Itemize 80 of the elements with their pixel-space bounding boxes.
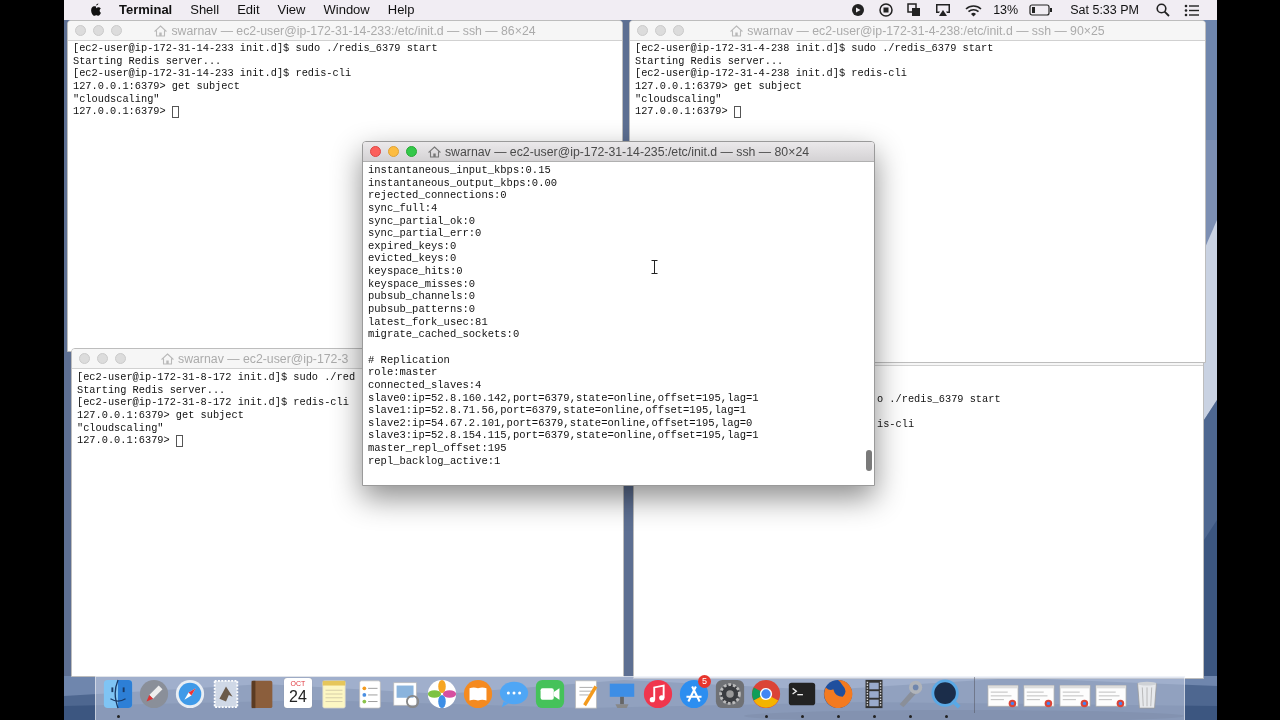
music-note-icon[interactable]	[642, 678, 674, 710]
battery-icon[interactable]	[1029, 4, 1054, 16]
terminal-line: sync_full:4	[368, 201, 438, 215]
menu-item[interactable]: Edit	[228, 0, 269, 20]
terminal-line: 127.0.0.1:6379> get subject	[73, 79, 240, 93]
house-icon	[730, 25, 744, 37]
battery-percentage: 13%	[993, 1, 1019, 19]
terminal-line: connected_slaves:4	[368, 378, 482, 392]
search-icon[interactable]	[1156, 3, 1170, 17]
terminal-line: pubsub_channels:0	[368, 290, 476, 304]
terminal-line: [ec2-user@ip-172-31-4-238 init.d]$ redis-cli	[635, 67, 907, 80]
terminal-line: sync_partial_err:0	[368, 227, 482, 240]
flower-icon[interactable]	[426, 678, 458, 710]
terminal-line: [ec2-user@ip-172-31-14-233 init.d]$ redis-cli	[73, 67, 352, 80]
clock[interactable]: Sat 5:33 PM	[1070, 0, 1139, 20]
house-icon	[154, 25, 168, 37]
window-title: swarnav — ec2-user@ip-172-31-14-233:/etc/init.d — ssh — 86×24	[171, 22, 536, 40]
terminal-line: Starting Redis server...	[73, 54, 222, 68]
menu-item[interactable]: Help	[378, 0, 424, 20]
terminal-line: migrate_cached_sockets:0	[368, 328, 520, 341]
text-cursor-icon	[651, 260, 658, 274]
airplay-icon[interactable]	[935, 3, 952, 17]
house-icon	[161, 353, 174, 365]
terminal-line: keyspace_hits:0	[368, 265, 463, 278]
window-title: swarnav — ec2-user@ip-172-3	[178, 350, 349, 368]
terminal-line: slave0:ip=52.8.160.142,port=6379,state=online,offset=195,lag=1	[368, 391, 759, 405]
terminal-line: "cloudscaling"	[77, 421, 164, 435]
window-title: swarnav — ec2-user@ip-172-31-14-235:/etc/init.d — ssh — 80×24	[444, 143, 810, 161]
windows-icon[interactable]	[907, 3, 922, 17]
terminal-line: # Replication	[368, 353, 450, 367]
terminal-line: 127.0.0.1:6379>	[73, 105, 167, 118]
window-title: swarnav — ec2-user@ip-172-31-4-238:/etc/init.d — ssh — 90×25	[747, 22, 1105, 40]
zoom-button[interactable]	[406, 146, 417, 157]
media-player-icon[interactable]	[930, 678, 962, 710]
terminal-line: rejected_connections:0	[368, 189, 507, 202]
terminal-line: Starting Redis server...	[77, 383, 226, 397]
wifi-icon[interactable]	[965, 3, 983, 17]
terminal-line: "cloudscaling"	[635, 92, 722, 106]
terminal-line: [ec2-user@ip-172-31-8-172 init.d]$ sudo ./red	[77, 371, 356, 384]
terminal-line: 127.0.0.1:6379>	[635, 105, 729, 118]
book-icon[interactable]	[462, 678, 494, 710]
apple-icon[interactable]	[89, 2, 103, 18]
menu-item[interactable]: Shell	[181, 0, 229, 20]
app-store-icon[interactable]	[678, 678, 710, 710]
rocket-icon[interactable]	[138, 678, 170, 710]
menu-item[interactable]: View	[268, 0, 315, 20]
app-menu[interactable]: Terminal	[110, 0, 182, 20]
terminal-line: is-cli	[877, 418, 915, 431]
terminal-line: role:master	[368, 366, 438, 379]
terminal-line: slave1:ip=52.8.71.56,port=6379,state=online,offset=195,lag=1	[368, 404, 747, 417]
terminal-line: master_repl_offset:195	[368, 442, 507, 455]
terminal-line: expired_keys:0	[368, 239, 457, 253]
terminal-line: sync_partial_ok:0	[368, 214, 476, 228]
terminal-line: instantaneous_output_kbps:0.00	[368, 176, 558, 190]
menu-icon[interactable]	[1184, 3, 1200, 17]
terminal-line: repl_backlog_active:1	[368, 454, 501, 468]
terminal-line: pubsub_patterns:0	[368, 303, 476, 316]
terminal-line: instantaneous_input_kbps:0.15	[368, 164, 551, 177]
house-icon	[427, 146, 441, 158]
terminal-line: 127.0.0.1:6379> get subject	[635, 79, 802, 93]
terminal-line: "cloudscaling"	[73, 92, 160, 106]
scrollbar-thumb[interactable]	[866, 450, 872, 471]
globe-icon[interactable]	[822, 678, 854, 710]
circle-play-icon[interactable]	[851, 3, 866, 17]
terminal-line: Starting Redis server...	[635, 54, 784, 68]
terminal-line: [ec2-user@ip-172-31-4-238 init.d]$ sudo ./redis_6379 start	[635, 42, 994, 55]
terminal-line: [ec2-user@ip-172-31-8-172 init.d]$ redis-cli	[77, 396, 349, 409]
terminal-line: 127.0.0.1:6379> get subject	[77, 408, 244, 422]
terminal-line: slave2:ip=54.67.2.101,port=6379,state=online,offset=195,lag=0	[368, 416, 753, 430]
menu-item[interactable]: Window	[314, 0, 379, 20]
terminal-line: slave3:ip=52.8.154.115,port=6379,state=online,offset=195,lag=1	[368, 429, 759, 443]
terminal-line: [ec2-user@ip-172-31-14-233 init.d]$ sudo ./redis_6379 start	[73, 42, 438, 55]
terminal-line: evicted_keys:0	[368, 252, 457, 266]
browser-icon[interactable]	[750, 678, 782, 710]
terminal-line: keyspace_misses:0	[368, 277, 476, 291]
terminal-line: 127.0.0.1:6379>	[77, 434, 171, 447]
stop-icon[interactable]	[879, 3, 894, 17]
terminal-line: o ./redis_6379 start	[877, 393, 1001, 406]
close-button[interactable]	[370, 146, 381, 157]
terminal-line: latest_fork_usec:81	[368, 315, 488, 329]
